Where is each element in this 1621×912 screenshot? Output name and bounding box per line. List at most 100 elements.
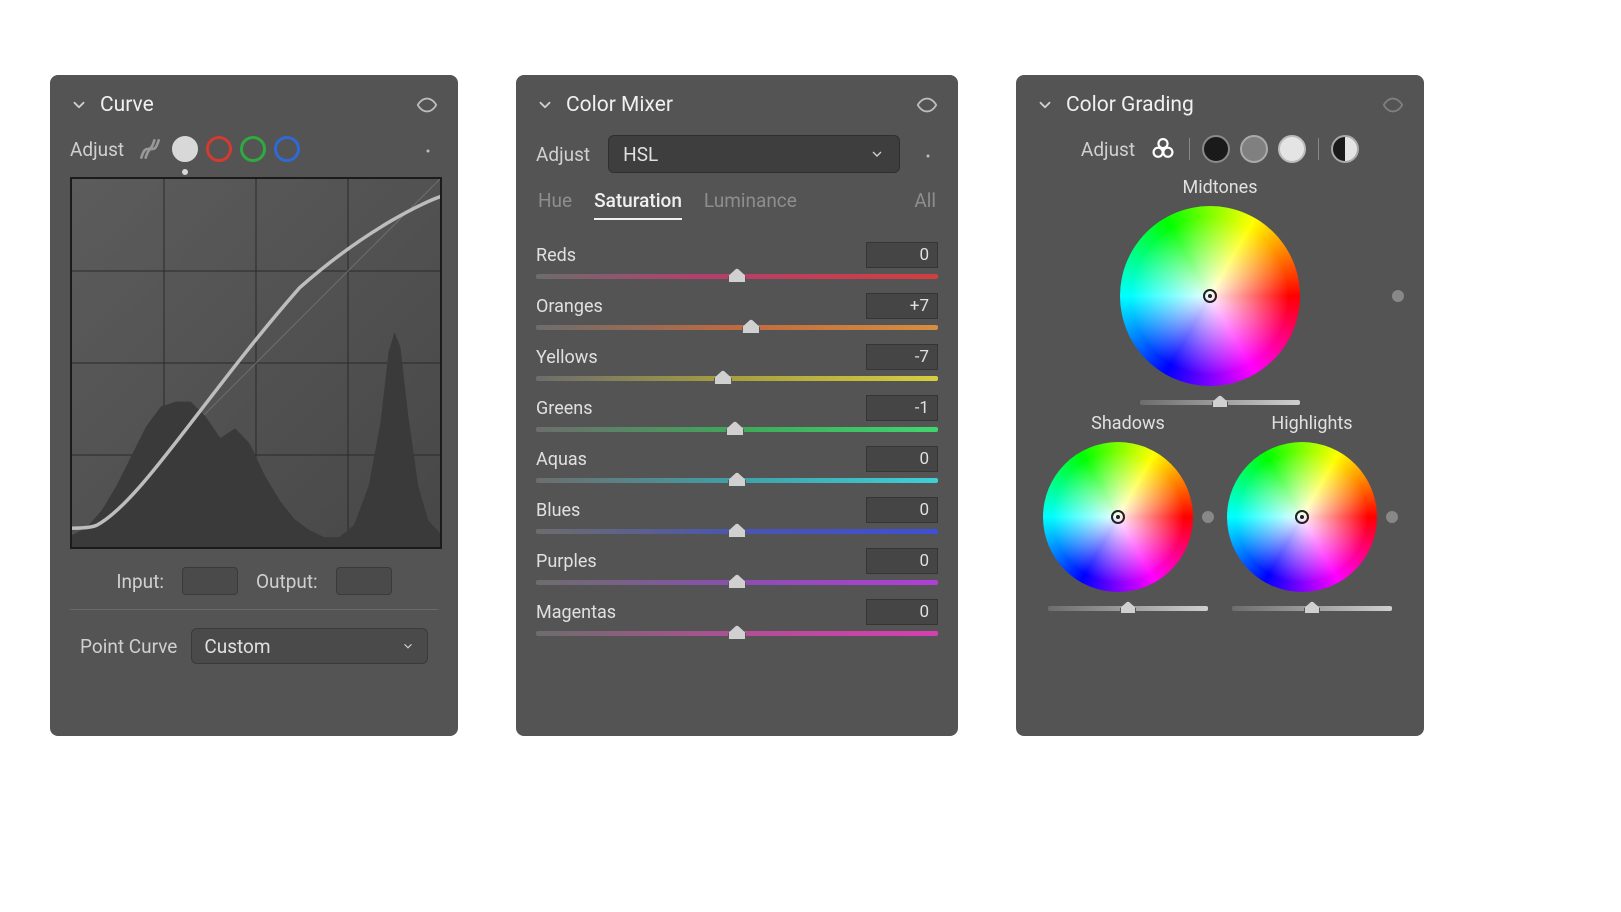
slider-label: Reds (536, 245, 576, 266)
slider-blues: Blues 0 (536, 497, 938, 534)
collapse-icon[interactable] (536, 96, 554, 114)
slider-thumb[interactable] (728, 523, 746, 538)
point-curve-label: Point Curve (80, 635, 177, 658)
panel-title: Color Mixer (566, 93, 673, 117)
slider-thumb[interactable] (1212, 395, 1228, 408)
highlights-luminance-slider[interactable] (1232, 606, 1392, 611)
slider-value-field[interactable]: 0 (866, 242, 938, 268)
point-curve-value: Custom (204, 635, 270, 658)
collapse-icon[interactable] (1036, 96, 1054, 114)
slider-track[interactable] (536, 631, 938, 636)
global-mode-icon[interactable] (1331, 135, 1359, 163)
midtones-section: Midtones (1036, 177, 1404, 405)
slider-thumb[interactable] (728, 574, 746, 589)
slider-track[interactable] (536, 478, 938, 483)
slider-track[interactable] (536, 376, 938, 381)
slider-value-field[interactable]: 0 (866, 446, 938, 472)
mixer-adjust-row: Adjust HSL (536, 135, 938, 173)
slider-track[interactable] (536, 580, 938, 585)
collapse-icon[interactable] (70, 96, 88, 114)
channel-red-button[interactable] (206, 136, 232, 162)
slider-track[interactable] (536, 274, 938, 279)
midtones-expand-icon[interactable] (1392, 290, 1404, 302)
slider-thumb[interactable] (742, 319, 760, 334)
slider-value-field[interactable]: +7 (866, 293, 938, 319)
curve-adjust-row: Adjust (70, 135, 438, 163)
input-label: Input: (116, 570, 164, 593)
shadows-wheel-handle[interactable] (1111, 510, 1125, 524)
shadows-color-wheel[interactable] (1043, 442, 1193, 592)
slider-value-field[interactable]: -7 (866, 344, 938, 370)
slider-thumb[interactable] (1304, 601, 1320, 614)
slider-label: Oranges (536, 296, 603, 317)
slider-thumb[interactable] (728, 472, 746, 487)
channel-rgb-button[interactable] (172, 136, 198, 162)
panel-title: Color Grading (1066, 93, 1194, 117)
targeted-adjustment-icon[interactable] (914, 142, 938, 166)
output-field[interactable] (336, 567, 392, 595)
slider-label: Blues (536, 500, 580, 521)
separator (1189, 138, 1190, 160)
slider-aquas: Aquas 0 (536, 446, 938, 483)
tone-curve-graph[interactable] (70, 177, 442, 549)
midtones-luminance-slider[interactable] (1140, 400, 1300, 405)
tab-saturation[interactable]: Saturation (594, 189, 682, 220)
slider-oranges: Oranges +7 (536, 293, 938, 330)
shadows-expand-icon[interactable] (1202, 511, 1214, 523)
slider-label: Aquas (536, 449, 587, 470)
point-curve-select[interactable]: Custom (191, 628, 428, 664)
slider-magentas: Magentas0 (536, 599, 938, 636)
three-way-mode-icon[interactable] (1149, 135, 1177, 163)
visibility-icon[interactable] (416, 94, 438, 116)
separator (1318, 138, 1319, 160)
panel-title: Curve (100, 93, 154, 117)
curve-panel: Curve Adjust (50, 75, 458, 736)
adjust-label: Adjust (1081, 138, 1135, 161)
slider-track[interactable] (536, 427, 938, 432)
midtones-wheel-handle[interactable] (1203, 289, 1217, 303)
color-mixer-panel: Color Mixer Adjust HSL Hue Saturation Lu… (516, 75, 958, 736)
visibility-icon[interactable] (916, 94, 938, 116)
point-curve-row: Point Curve Custom (70, 628, 438, 664)
slider-thumb[interactable] (726, 421, 744, 436)
mixer-mode-select[interactable]: HSL (608, 135, 900, 173)
mixer-tabs: Hue Saturation Luminance All (536, 189, 938, 220)
slider-track[interactable] (536, 325, 938, 330)
slider-thumb[interactable] (714, 370, 732, 385)
highlights-expand-icon[interactable] (1386, 511, 1398, 523)
slider-value-field[interactable]: 0 (866, 548, 938, 574)
midtones-mode-icon[interactable] (1240, 135, 1268, 163)
targeted-adjustment-icon[interactable] (414, 137, 438, 161)
adjust-label: Adjust (70, 138, 124, 161)
midtones-color-wheel[interactable] (1120, 206, 1300, 386)
tab-all[interactable]: All (914, 189, 936, 220)
slider-reds: Reds 0 (536, 242, 938, 279)
visibility-icon[interactable] (1382, 94, 1404, 116)
slider-thumb[interactable] (728, 268, 746, 283)
slider-yellows: Yellows-7 (536, 344, 938, 381)
shadows-section: Shadows (1042, 413, 1214, 611)
highlights-section: Highlights (1226, 413, 1398, 611)
slider-value-field[interactable]: 0 (866, 599, 938, 625)
curve-panel-header: Curve (70, 93, 438, 117)
slider-value-field[interactable]: 0 (866, 497, 938, 523)
slider-thumb[interactable] (1120, 601, 1136, 614)
channel-blue-button[interactable] (274, 136, 300, 162)
output-label: Output: (256, 570, 318, 593)
parametric-curve-icon[interactable] (136, 135, 164, 163)
tab-luminance[interactable]: Luminance (704, 189, 797, 220)
tab-hue[interactable]: Hue (538, 189, 572, 220)
slider-value-field[interactable]: -1 (866, 395, 938, 421)
channel-green-button[interactable] (240, 136, 266, 162)
shadows-mode-icon[interactable] (1202, 135, 1230, 163)
slider-thumb[interactable] (728, 625, 746, 640)
highlights-color-wheel[interactable] (1227, 442, 1377, 592)
highlights-wheel-handle[interactable] (1295, 510, 1309, 524)
grading-panel-header: Color Grading (1036, 93, 1404, 117)
highlights-mode-icon[interactable] (1278, 135, 1306, 163)
slider-track[interactable] (536, 529, 938, 534)
mixer-panel-header: Color Mixer (536, 93, 938, 117)
shadows-luminance-slider[interactable] (1048, 606, 1208, 611)
input-field[interactable] (182, 567, 238, 595)
slider-purples: Purples0 (536, 548, 938, 585)
